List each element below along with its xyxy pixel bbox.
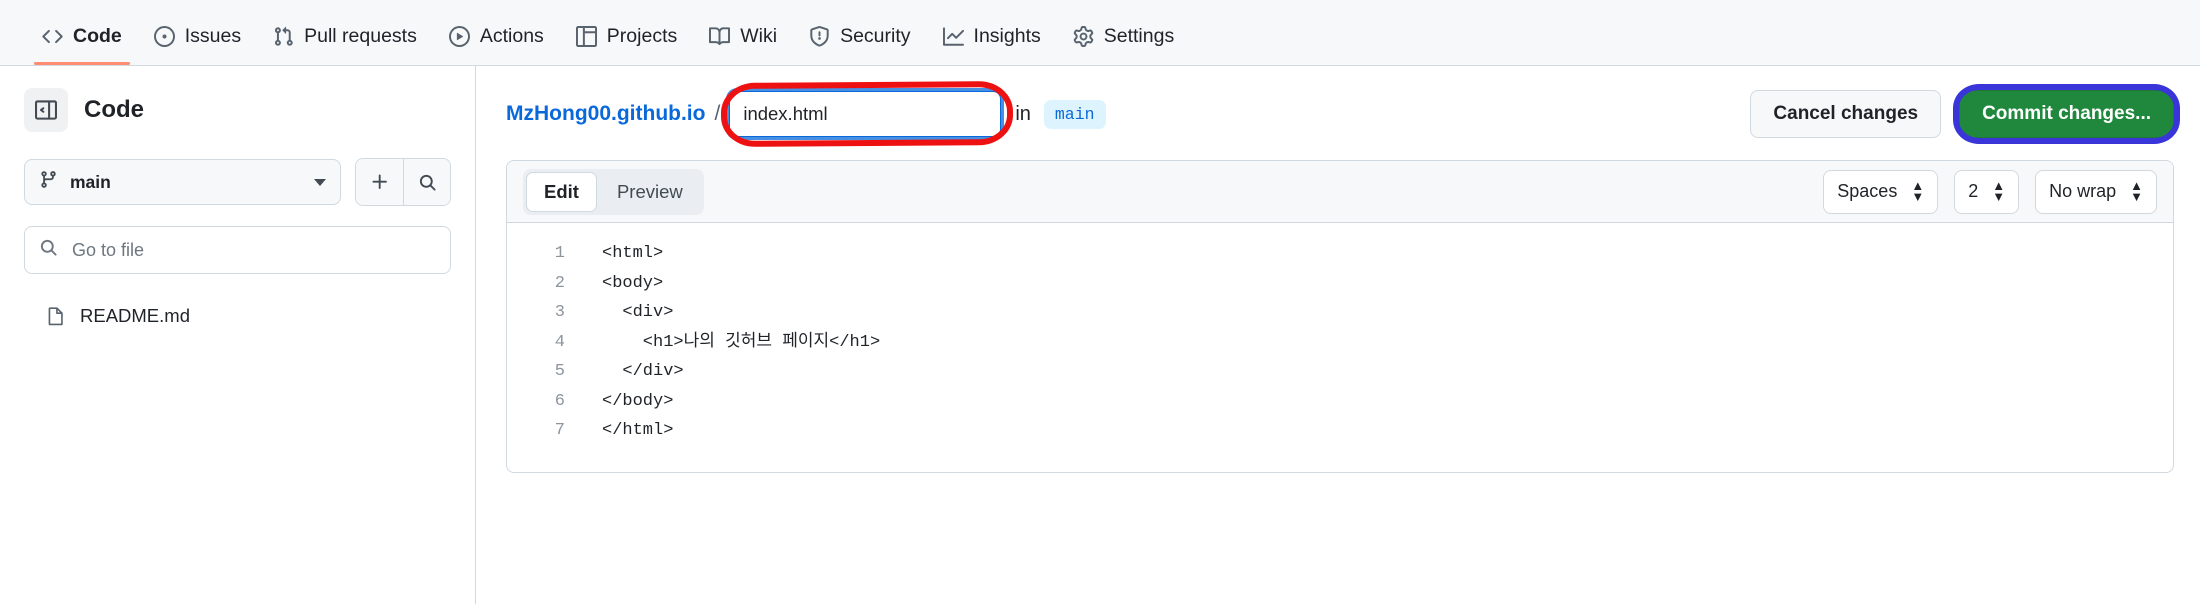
commit-changes-button[interactable]: Commit changes...	[1953, 84, 2180, 144]
editor-settings: Spaces ▲ ▼ 2 ▲ ▼ No wrap ▲ ▼	[1823, 169, 2157, 214]
sidebar-controls: main	[24, 158, 451, 206]
book-icon	[709, 26, 731, 47]
chevron-updown-icon: ▲ ▼	[1911, 178, 1925, 204]
search-icon	[39, 238, 58, 262]
repo-breadcrumb-link[interactable]: MzHong00.github.io	[506, 102, 705, 126]
chevron-down-icon	[314, 178, 326, 186]
search-input[interactable]	[70, 238, 436, 262]
go-to-file-search[interactable]	[24, 226, 451, 274]
in-label: in	[1015, 102, 1031, 125]
code-editor-panel: Edit Preview Spaces ▲ ▼ 2 ▲ ▼ No wrap ▲ ▼	[506, 160, 2174, 473]
nav-item-label: Issues	[184, 24, 242, 47]
nav-item-projects[interactable]: Projects	[560, 26, 693, 65]
nav-item-label: Security	[840, 24, 911, 47]
file-icon	[46, 306, 66, 326]
git-branch-icon	[39, 170, 58, 194]
nav-item-wiki[interactable]: Wiki	[693, 26, 793, 65]
header-actions: Cancel changes Commit changes...	[1750, 84, 2180, 144]
nav-item-issues[interactable]: Issues	[138, 26, 257, 65]
graph-icon	[942, 26, 964, 47]
branch-name: main	[70, 171, 111, 192]
file-tree-sidebar: Code main Go to file README.md	[0, 66, 476, 604]
nav-item-actions[interactable]: Actions	[433, 26, 560, 65]
wrap-mode-select[interactable]: No wrap ▲ ▼	[2035, 169, 2157, 214]
sidebar-title: Code	[84, 96, 144, 123]
chevron-updown-icon: ▲ ▼	[2130, 178, 2143, 204]
sidebar-collapse-icon[interactable]	[24, 88, 68, 132]
nav-item-label: Code	[73, 24, 122, 47]
code-text[interactable]: <html> <body> <div> <h1>나의 깃허브 페이지</h1> …	[565, 239, 2173, 446]
repo-nav: Code Issues Pull requests Actions Projec…	[0, 0, 2200, 66]
branch-selector[interactable]: main	[24, 159, 341, 205]
sidebar-header: Code	[24, 88, 451, 132]
search-icon[interactable]	[403, 159, 450, 205]
page-body: Code main Go to file README.md MzHong00.…	[0, 66, 2200, 604]
indent-size-select[interactable]: 2 ▲ ▼	[1954, 169, 2020, 214]
table-icon	[575, 26, 597, 47]
commit-changes-label: Commit changes...	[1982, 103, 2151, 124]
nav-item-insights[interactable]: Insights	[927, 26, 1057, 65]
nav-item-security[interactable]: Security	[793, 26, 926, 65]
indent-mode-select[interactable]: Spaces ▲ ▼	[1823, 169, 1939, 214]
nav-item-settings[interactable]: Settings	[1057, 26, 1190, 65]
plus-icon[interactable]	[356, 159, 403, 205]
play-icon	[448, 26, 470, 47]
file-path-header: MzHong00.github.io / in main Cancel chan…	[506, 80, 2180, 148]
sidebar-action-group	[355, 158, 451, 206]
tab-edit[interactable]: Edit	[526, 171, 597, 212]
nav-item-code[interactable]: Code	[26, 26, 138, 65]
nav-item-label: Wiki	[740, 24, 778, 47]
wrap-mode-value: No wrap	[2049, 181, 2117, 201]
cancel-changes-button[interactable]: Cancel changes	[1750, 90, 1942, 138]
chevron-updown-icon: ▲ ▼	[1992, 178, 2006, 204]
gear-icon	[1073, 26, 1094, 47]
filename-input[interactable]	[729, 91, 1002, 137]
branch-badge: main	[1043, 99, 1106, 129]
nav-item-label: Pull requests	[304, 24, 417, 47]
code-icon	[42, 26, 63, 47]
nav-item-pull-requests[interactable]: Pull requests	[257, 26, 433, 65]
filename-field-wrapper	[721, 80, 1014, 148]
issue-opened-icon	[153, 26, 175, 47]
file-tree-item-readme[interactable]: README.md	[24, 298, 451, 334]
line-number-gutter: 1 2 3 4 5 6 7	[554, 244, 565, 440]
breadcrumb-separator: /	[714, 102, 721, 125]
git-pull-request-icon	[273, 26, 294, 47]
nav-item-label: Actions	[479, 24, 544, 47]
file-name: README.md	[80, 305, 190, 326]
main-content: MzHong00.github.io / in main Cancel chan…	[476, 66, 2200, 604]
nav-item-label: Settings	[1103, 24, 1175, 47]
nav-item-label: Projects	[606, 24, 678, 47]
nav-item-label: Insights	[973, 24, 1041, 47]
shield-icon	[809, 26, 830, 47]
code-area[interactable]: 1 2 3 4 5 6 7 <html> <body> <div> <h1>나의…	[507, 223, 2173, 472]
indent-size-value: 2	[1968, 181, 1979, 201]
tab-preview[interactable]: Preview	[599, 172, 701, 212]
indent-mode-value: Spaces	[1837, 181, 1898, 201]
editor-toolbar: Edit Preview Spaces ▲ ▼ 2 ▲ ▼ No wrap ▲ ▼	[507, 161, 2173, 223]
editor-mode-tabs: Edit Preview	[523, 168, 704, 215]
